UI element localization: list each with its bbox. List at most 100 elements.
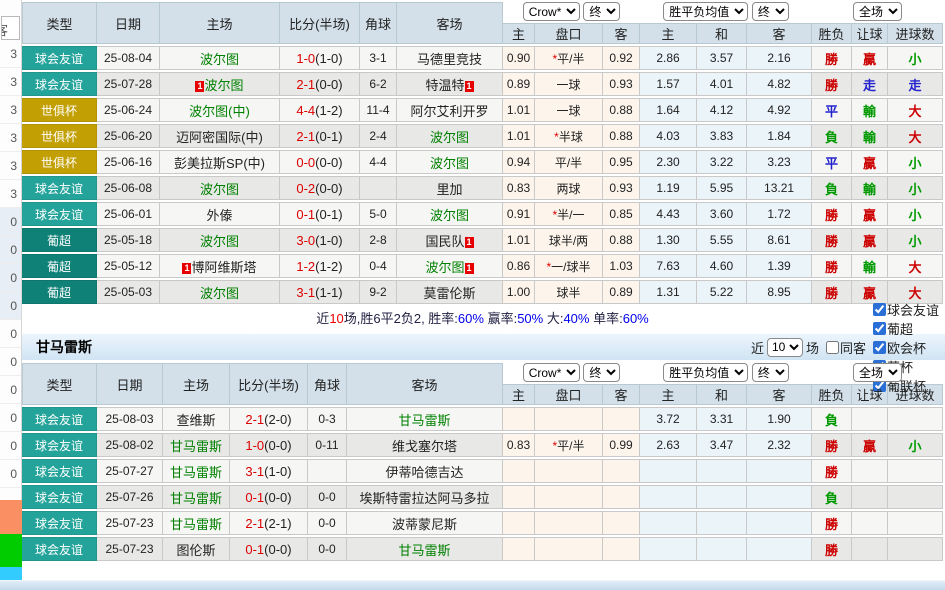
final-mean-select[interactable]: 终 bbox=[752, 2, 789, 21]
corner-cell: 11-4 bbox=[360, 98, 397, 122]
halftime-score: (1-0) bbox=[315, 51, 342, 66]
handicap-cell bbox=[535, 407, 603, 431]
league-filter[interactable]: 球会友谊 bbox=[868, 300, 939, 319]
mean-draw-cell bbox=[697, 511, 747, 535]
summary-part: 赢率: bbox=[484, 311, 517, 326]
home-team-cell: 图伦斯 bbox=[163, 537, 230, 561]
league-filter-label: 欧会杯 bbox=[887, 338, 926, 357]
home-team-cell: 查维斯 bbox=[163, 407, 230, 431]
away-team-cell: 维戈塞尔塔 bbox=[347, 433, 503, 457]
crow-away-odds-cell: 0.93 bbox=[603, 72, 640, 96]
league-filter[interactable]: 欧会杯 bbox=[868, 338, 939, 357]
home-team-cell: 甘马雷斯 bbox=[163, 485, 230, 509]
summary-part: 50% bbox=[517, 311, 543, 326]
mean-away-cell: 1.72 bbox=[747, 202, 812, 226]
away-team-cell: 波尔图1 bbox=[397, 254, 503, 278]
odds-company-select[interactable]: Crow* bbox=[523, 363, 580, 382]
team-name: 莫雷伦斯 bbox=[423, 286, 475, 301]
league-filter-checkbox[interactable] bbox=[873, 303, 886, 316]
halftime-score: (2-0) bbox=[264, 412, 291, 427]
handicap-result-cell bbox=[852, 511, 888, 535]
halftime-score: (0-1) bbox=[315, 207, 342, 222]
league-filter[interactable]: 葡超 bbox=[868, 319, 939, 338]
competition-type-cell: 球会友谊 bbox=[22, 46, 97, 70]
corner-cell: 0-0 bbox=[308, 537, 347, 561]
mean-home-cell: 7.63 bbox=[640, 254, 697, 278]
same-away-filter[interactable]: 同客 bbox=[821, 338, 866, 357]
mean-home-cell: 2.86 bbox=[640, 46, 697, 70]
match-date-cell: 25-08-02 bbox=[97, 433, 163, 457]
result-cell: 平 bbox=[812, 98, 852, 122]
handicap-cell: 一球 bbox=[535, 72, 603, 96]
mean-draw-cell: 3.83 bbox=[697, 124, 747, 148]
team-name: 甘马雷斯 bbox=[170, 465, 222, 480]
recent-label: 近 bbox=[751, 338, 764, 357]
handicap-cell bbox=[535, 459, 603, 483]
final-mean-select[interactable]: 终 bbox=[752, 363, 789, 382]
match-date-cell: 25-06-01 bbox=[97, 202, 160, 226]
goals-result-cell: 小 bbox=[888, 228, 943, 252]
scope-select[interactable]: 全场 bbox=[853, 2, 902, 21]
handicap-result-cell: 贏 bbox=[852, 433, 888, 457]
scope-select[interactable]: 全场 bbox=[853, 363, 902, 382]
competition-type-cell: 球会友谊 bbox=[22, 537, 97, 561]
score-cell: 0-2(0-0) bbox=[280, 176, 360, 200]
cutoff-gap bbox=[0, 488, 21, 500]
score-cell: 2-1(2-0) bbox=[230, 407, 308, 431]
team-name: 甘马雷斯 bbox=[170, 517, 222, 532]
halftime-score: (1-2) bbox=[315, 259, 342, 274]
cutoff-color-block bbox=[0, 500, 22, 534]
match-row: 球会友谊25-07-281波尔图2-1(0-0)6-2特温特10.89一球0.9… bbox=[22, 72, 943, 96]
cutoff-number-cell: 0 bbox=[0, 432, 21, 460]
fulltime-score: 3-1 bbox=[296, 285, 315, 300]
result-cell: 負 bbox=[812, 124, 852, 148]
team-name: 彭美拉斯SP(中) bbox=[174, 156, 265, 171]
result-cell: 勝 bbox=[812, 46, 852, 70]
match-date-cell: 25-08-04 bbox=[97, 46, 160, 70]
competition-type-cell: 葡超 bbox=[22, 228, 97, 252]
handicap-result-cell: 贏 bbox=[852, 46, 888, 70]
fulltime-score: 1-0 bbox=[296, 51, 315, 66]
match-row: 球会友谊25-08-02甘马雷斯1-0(0-0)0-11维戈塞尔塔0.83*平/… bbox=[22, 433, 943, 457]
result-cell: 負 bbox=[812, 485, 852, 509]
crow-home-odds-cell bbox=[503, 485, 535, 509]
corner-cell: 6-2 bbox=[360, 72, 397, 96]
crow-away-odds-cell: 0.93 bbox=[603, 176, 640, 200]
league-filter-checkbox[interactable] bbox=[873, 322, 886, 335]
final-odds-select[interactable]: 终 bbox=[583, 2, 620, 21]
team-name: 伊蒂哈德吉达 bbox=[385, 465, 463, 480]
corner-cell: 2-8 bbox=[360, 228, 397, 252]
team-name: 维戈塞尔塔 bbox=[392, 439, 457, 454]
same-away-checkbox[interactable] bbox=[826, 341, 839, 354]
away-team-cell: 特温特1 bbox=[397, 72, 503, 96]
match-date-cell: 25-07-26 bbox=[97, 485, 163, 509]
result-cell: 負 bbox=[812, 176, 852, 200]
handicap-result-cell bbox=[852, 407, 888, 431]
away-team-cell: 甘马雷斯 bbox=[347, 537, 503, 561]
recent-count-select[interactable]: 10 bbox=[767, 338, 803, 357]
home-team-cell: 波尔图 bbox=[160, 280, 280, 304]
summary-part: 40% bbox=[563, 311, 589, 326]
goals-result-cell bbox=[888, 459, 943, 483]
cutoff-number-cell: 0 bbox=[0, 376, 21, 404]
summary-part: 60% bbox=[458, 311, 484, 326]
corner-cell: 0-11 bbox=[308, 433, 347, 457]
halftime-score: (1-1) bbox=[315, 285, 342, 300]
handicap-result-cell bbox=[852, 459, 888, 483]
fulltime-score: 3-1 bbox=[245, 464, 264, 479]
result-cell: 勝 bbox=[812, 72, 852, 96]
final-odds-select[interactable]: 终 bbox=[583, 363, 620, 382]
goals-result-cell: 小 bbox=[888, 150, 943, 174]
league-filter-checkbox[interactable] bbox=[873, 341, 886, 354]
odds-company-select[interactable]: Crow* bbox=[523, 2, 580, 21]
away-team-cell: 里加 bbox=[397, 176, 503, 200]
score-cell: 2-1(0-1) bbox=[280, 124, 360, 148]
wdl-mean-select[interactable]: 胜平负均值 bbox=[663, 363, 748, 382]
early-change-star: * bbox=[552, 208, 557, 222]
away-team-cell: 伊蒂哈德吉达 bbox=[347, 459, 503, 483]
home-team-cell: 彭美拉斯SP(中) bbox=[160, 150, 280, 174]
wdl-mean-select[interactable]: 胜平负均值 bbox=[663, 2, 748, 21]
col-header-corner: 角球 bbox=[308, 363, 347, 405]
crow-away-odds-cell: 1.03 bbox=[603, 254, 640, 278]
col-header-result: 胜负 bbox=[812, 23, 852, 44]
